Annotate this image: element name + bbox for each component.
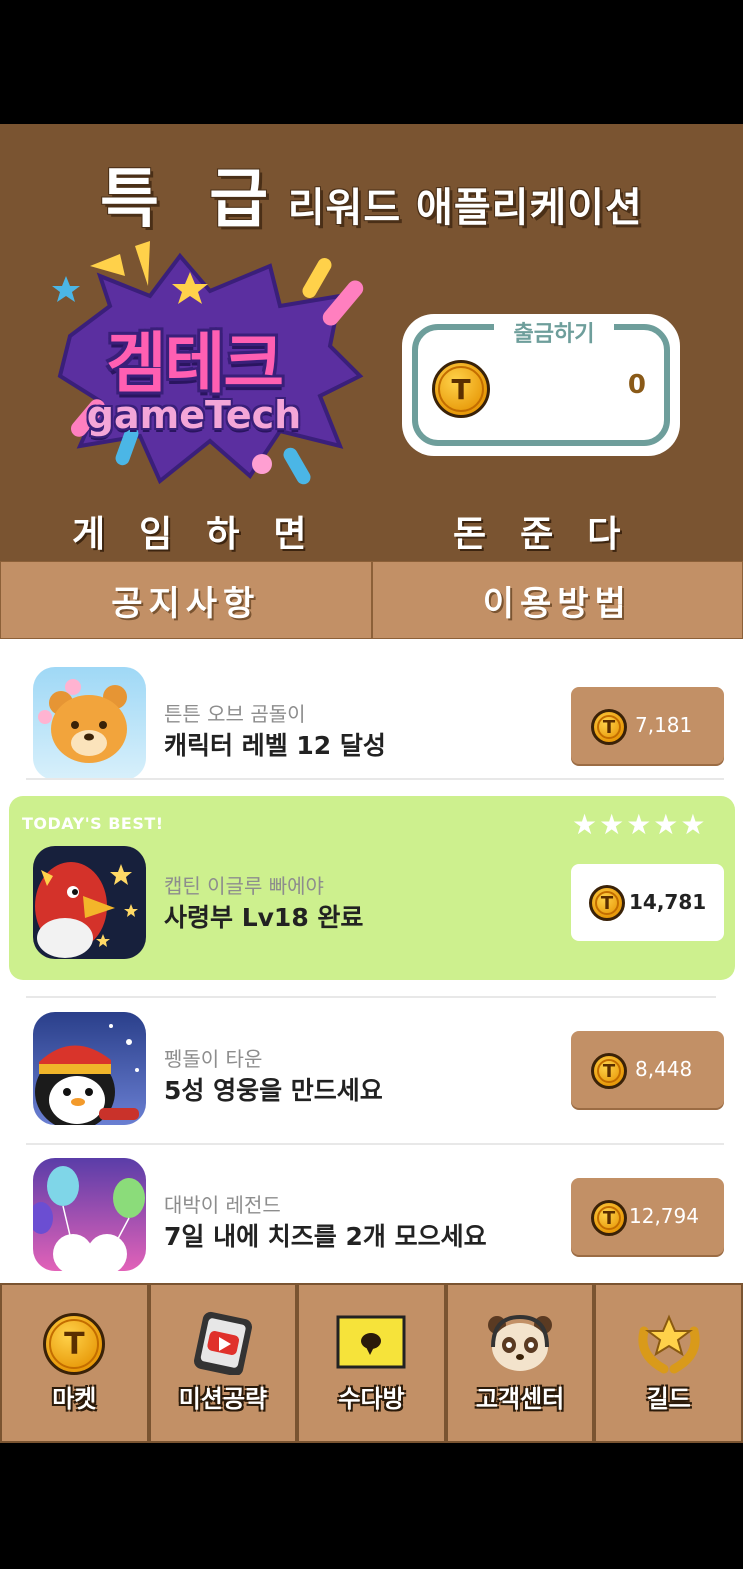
mission-title: 5성 영웅을 만드세요 [164, 1076, 383, 1105]
withdraw-amount: 0 [627, 370, 646, 400]
video-phone-icon [193, 1311, 252, 1375]
mission-title: 7일 내에 치즈를 2개 모으세요 [164, 1222, 487, 1251]
coin-icon: T [591, 709, 627, 745]
reward-button[interactable]: T 7,181 [571, 687, 724, 764]
tab-how-to-use[interactable]: 이용방법 [371, 561, 743, 639]
slogan-right: 돈준다 [453, 514, 655, 555]
mission-title: 캐릭터 레벨 12 달성 [164, 731, 386, 760]
reward-button[interactable]: T 14,781 [571, 864, 724, 941]
withdraw-button[interactable]: 출금하기 0 T [402, 314, 680, 456]
penguin-game-icon[interactable] [33, 1012, 146, 1125]
top-tabs: 공지사항 이용방법 [0, 561, 743, 639]
divider [26, 996, 716, 998]
bear-game-icon[interactable] [33, 667, 146, 780]
tab-notice[interactable]: 공지사항 [0, 561, 372, 639]
promo-title-big: 특 급 [100, 163, 283, 237]
mission-title: 사령부 Lv18 완료 [164, 903, 364, 932]
divider [26, 778, 724, 780]
promo-title-rest: 리워드 애플리케이션 [287, 185, 643, 231]
chat-bubble-icon [336, 1315, 406, 1369]
nav-label: 수다방 [338, 1385, 405, 1413]
reward-amount: 12,794 [629, 1204, 699, 1228]
logo-text-english: gameTech [86, 393, 302, 437]
promo-title: 특 급 리워드 애플리케이션 [0, 148, 743, 240]
nav-label: 마켓 [52, 1385, 97, 1413]
withdraw-label: 출금하기 [494, 316, 614, 347]
nav-mission-guide[interactable]: 미션공략 [148, 1283, 298, 1443]
divider [26, 1143, 724, 1145]
reward-button[interactable]: T 12,794 [571, 1178, 724, 1255]
nav-label: 미션공략 [178, 1385, 268, 1413]
nav-customer-center[interactable]: 고객센터 [445, 1283, 595, 1443]
reward-amount: 7,181 [635, 713, 693, 737]
nav-chat-room[interactable]: 수다방 [297, 1283, 446, 1443]
game-name: 대박이 레전드 [164, 1193, 281, 1217]
balloon-game-icon[interactable] [33, 1158, 146, 1271]
headset-panda-icon [488, 1314, 553, 1371]
coin-icon: T [591, 1053, 627, 1089]
nav-market[interactable]: T 마켓 [0, 1283, 149, 1443]
nav-guild[interactable]: 길드 [594, 1283, 743, 1443]
screen: 특 급 리워드 애플리케이션 겜테크 gameTech 출금하기 0 T 게임하… [0, 0, 743, 1569]
coin-icon: T [432, 360, 490, 418]
game-name: 튼튼 오브 곰돌이 [164, 702, 306, 726]
reward-amount: 8,448 [635, 1057, 693, 1081]
rating-stars: ★★★★★ [572, 808, 708, 841]
coin-icon: T [43, 1313, 106, 1375]
guild-laurel-icon [638, 1314, 700, 1374]
slogan-left: 게임하면 [72, 514, 341, 555]
coin-symbol: T [451, 372, 471, 406]
eagle-game-icon[interactable] [33, 846, 146, 959]
reward-button[interactable]: T 8,448 [571, 1031, 724, 1108]
coin-icon: T [591, 1200, 627, 1236]
reward-amount: 14,781 [629, 890, 707, 914]
bottom-nav: T 마켓 미션공략 수다방 고객센터 길드 [0, 1283, 743, 1443]
game-name: 펭돌이 타운 [164, 1047, 263, 1071]
nav-label: 고객센터 [475, 1385, 565, 1413]
game-name: 캡틴 이글루 빠에야 [164, 874, 324, 898]
coin-icon: T [589, 885, 625, 921]
nav-label: 길드 [646, 1385, 691, 1413]
logo-text-korean: 겜테크 [105, 325, 284, 402]
todays-best-label: TODAY'S BEST! [22, 814, 164, 833]
